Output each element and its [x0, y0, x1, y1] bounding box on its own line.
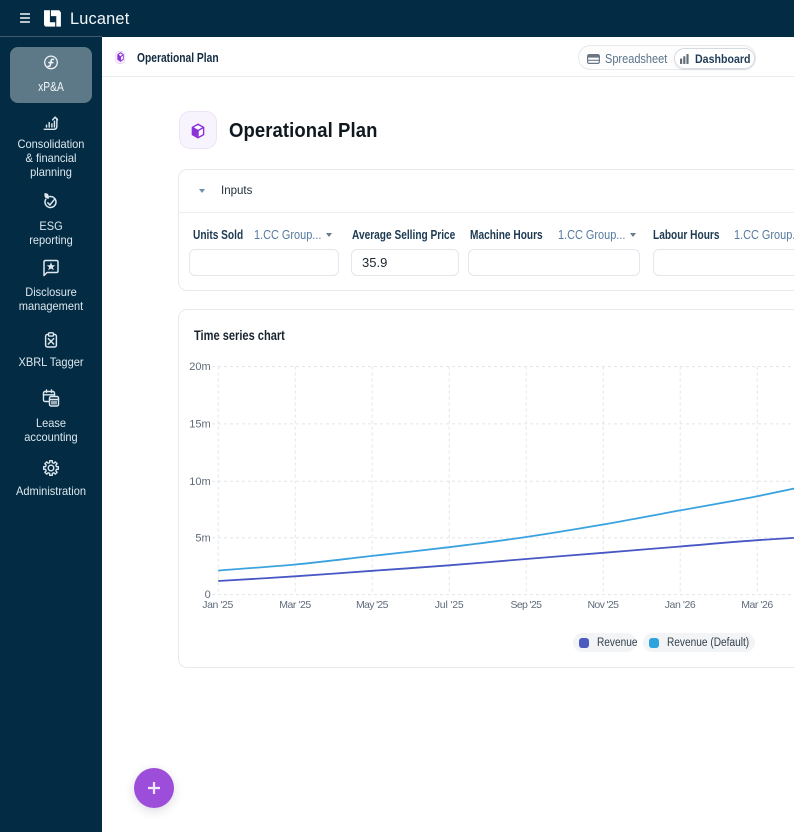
svg-text:10m: 10m: [189, 476, 210, 488]
svg-text:Mar '25: Mar '25: [279, 599, 311, 611]
svg-text:Mar '26: Mar '26: [741, 599, 773, 611]
svg-text:20m: 20m: [189, 361, 210, 373]
svg-text:15m: 15m: [189, 419, 210, 431]
svg-text:Jul '25: Jul '25: [435, 599, 464, 611]
svg-text:Jan '26: Jan '26: [665, 599, 696, 611]
svg-text:5m: 5m: [195, 532, 210, 544]
svg-text:Jan '25: Jan '25: [202, 599, 233, 611]
svg-text:May '25: May '25: [356, 599, 389, 611]
svg-text:Nov '25: Nov '25: [587, 599, 619, 611]
svg-text:Sep '25: Sep '25: [510, 599, 542, 611]
